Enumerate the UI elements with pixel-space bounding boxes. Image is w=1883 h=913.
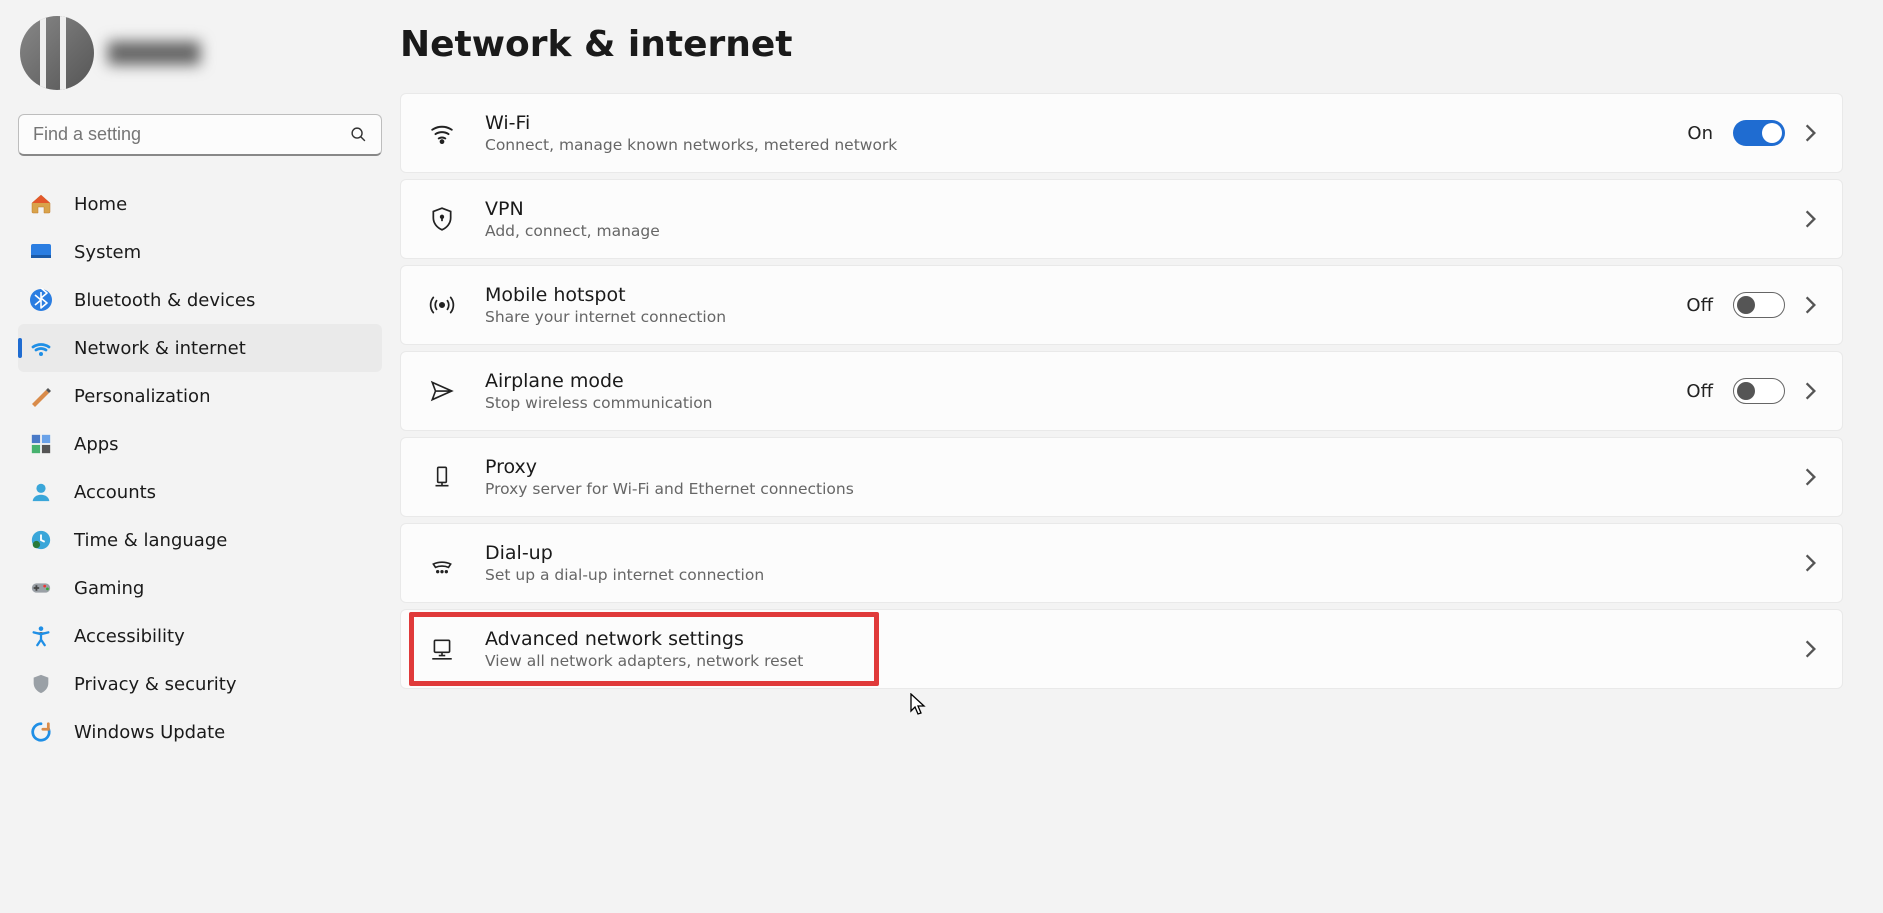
setting-title: Airplane mode xyxy=(485,370,1658,392)
chevron-right-icon xyxy=(1805,296,1816,314)
setting-desc: Proxy server for Wi-Fi and Ethernet conn… xyxy=(485,480,1777,498)
home-icon xyxy=(28,191,54,217)
accessibility-icon xyxy=(28,623,54,649)
setting-title: VPN xyxy=(485,198,1777,220)
personalization-icon xyxy=(28,383,54,409)
setting-title: Advanced network settings xyxy=(485,628,1777,650)
setting-title: Wi-Fi xyxy=(485,112,1659,134)
toggle-label: Off xyxy=(1686,381,1713,402)
settings-list: Wi-Fi Connect, manage known networks, me… xyxy=(400,93,1843,689)
setting-row-hotspot[interactable]: Mobile hotspot Share your internet conne… xyxy=(400,265,1843,345)
setting-row-advanced[interactable]: Advanced network settings View all netwo… xyxy=(400,609,1843,689)
setting-desc: Add, connect, manage xyxy=(485,222,1777,240)
sidebar-item-gaming[interactable]: Gaming xyxy=(18,564,382,612)
chevron-right-icon xyxy=(1805,640,1816,658)
sidebar-item-personalization[interactable]: Personalization xyxy=(18,372,382,420)
user-profile[interactable]: ██████ xyxy=(0,10,400,114)
setting-desc: View all network adapters, network reset xyxy=(485,652,1777,670)
chevron-right-icon xyxy=(1805,382,1816,400)
wifi-icon xyxy=(28,335,54,361)
sidebar-item-label: Gaming xyxy=(74,578,144,599)
page-title: Network & internet xyxy=(400,24,1843,65)
setting-row-proxy[interactable]: Proxy Proxy server for Wi-Fi and Etherne… xyxy=(400,437,1843,517)
apps-icon xyxy=(28,431,54,457)
sidebar-nav: Home System Bluetooth & devices Network … xyxy=(0,174,400,756)
wifi-toggle[interactable] xyxy=(1733,120,1785,146)
sidebar-item-accounts[interactable]: Accounts xyxy=(18,468,382,516)
search-input[interactable] xyxy=(18,114,382,156)
sidebar-item-label: Accounts xyxy=(74,482,156,503)
search-field[interactable] xyxy=(33,124,350,145)
dialup-icon xyxy=(427,548,457,578)
sidebar-item-label: Home xyxy=(74,194,127,215)
sidebar-item-privacy[interactable]: Privacy & security xyxy=(18,660,382,708)
sidebar-item-apps[interactable]: Apps xyxy=(18,420,382,468)
main-content: Network & internet Wi-Fi Connect, manage… xyxy=(400,0,1883,913)
sidebar-item-label: Windows Update xyxy=(74,722,225,743)
bluetooth-icon xyxy=(28,287,54,313)
accounts-icon xyxy=(28,479,54,505)
sidebar-item-system[interactable]: System xyxy=(18,228,382,276)
sidebar-item-network[interactable]: Network & internet xyxy=(18,324,382,372)
update-icon xyxy=(28,719,54,745)
toggle-label: Off xyxy=(1686,295,1713,316)
gaming-icon xyxy=(28,575,54,601)
setting-desc: Connect, manage known networks, metered … xyxy=(485,136,1659,154)
airplane-toggle[interactable] xyxy=(1733,378,1785,404)
setting-row-airplane[interactable]: Airplane mode Stop wireless communicatio… xyxy=(400,351,1843,431)
toggle-label: On xyxy=(1687,123,1713,144)
chevron-right-icon xyxy=(1805,124,1816,142)
sidebar-item-home[interactable]: Home xyxy=(18,180,382,228)
sidebar-item-time[interactable]: Time & language xyxy=(18,516,382,564)
hotspot-icon xyxy=(427,290,457,320)
profile-name: ██████ xyxy=(108,41,200,65)
sidebar-item-label: Privacy & security xyxy=(74,674,237,695)
wifi-icon xyxy=(427,118,457,148)
system-icon xyxy=(28,239,54,265)
chevron-right-icon xyxy=(1805,468,1816,486)
sidebar-item-accessibility[interactable]: Accessibility xyxy=(18,612,382,660)
vpn-icon xyxy=(427,204,457,234)
setting-title: Dial-up xyxy=(485,542,1777,564)
sidebar-item-update[interactable]: Windows Update xyxy=(18,708,382,756)
avatar xyxy=(20,16,94,90)
setting-row-wifi[interactable]: Wi-Fi Connect, manage known networks, me… xyxy=(400,93,1843,173)
sidebar-item-label: Accessibility xyxy=(74,626,185,647)
sidebar-item-label: Apps xyxy=(74,434,119,455)
sidebar-item-bluetooth[interactable]: Bluetooth & devices xyxy=(18,276,382,324)
setting-row-vpn[interactable]: VPN Add, connect, manage xyxy=(400,179,1843,259)
sidebar-item-label: Time & language xyxy=(74,530,227,551)
proxy-icon xyxy=(427,462,457,492)
setting-row-dialup[interactable]: Dial-up Set up a dial-up internet connec… xyxy=(400,523,1843,603)
setting-desc: Stop wireless communication xyxy=(485,394,1658,412)
sidebar-item-label: Network & internet xyxy=(74,338,246,359)
privacy-icon xyxy=(28,671,54,697)
setting-title: Proxy xyxy=(485,456,1777,478)
setting-desc: Share your internet connection xyxy=(485,308,1658,326)
setting-title: Mobile hotspot xyxy=(485,284,1658,306)
hotspot-toggle[interactable] xyxy=(1733,292,1785,318)
search-icon xyxy=(350,126,367,143)
sidebar: ██████ Home System Bluetooth & dev xyxy=(0,0,400,913)
time-icon xyxy=(28,527,54,553)
sidebar-item-label: Bluetooth & devices xyxy=(74,290,255,311)
sidebar-item-label: System xyxy=(74,242,141,263)
airplane-icon xyxy=(427,376,457,406)
ethernet-icon xyxy=(427,634,457,664)
chevron-right-icon xyxy=(1805,554,1816,572)
chevron-right-icon xyxy=(1805,210,1816,228)
setting-desc: Set up a dial-up internet connection xyxy=(485,566,1777,584)
sidebar-item-label: Personalization xyxy=(74,386,210,407)
cursor-icon xyxy=(910,693,928,715)
